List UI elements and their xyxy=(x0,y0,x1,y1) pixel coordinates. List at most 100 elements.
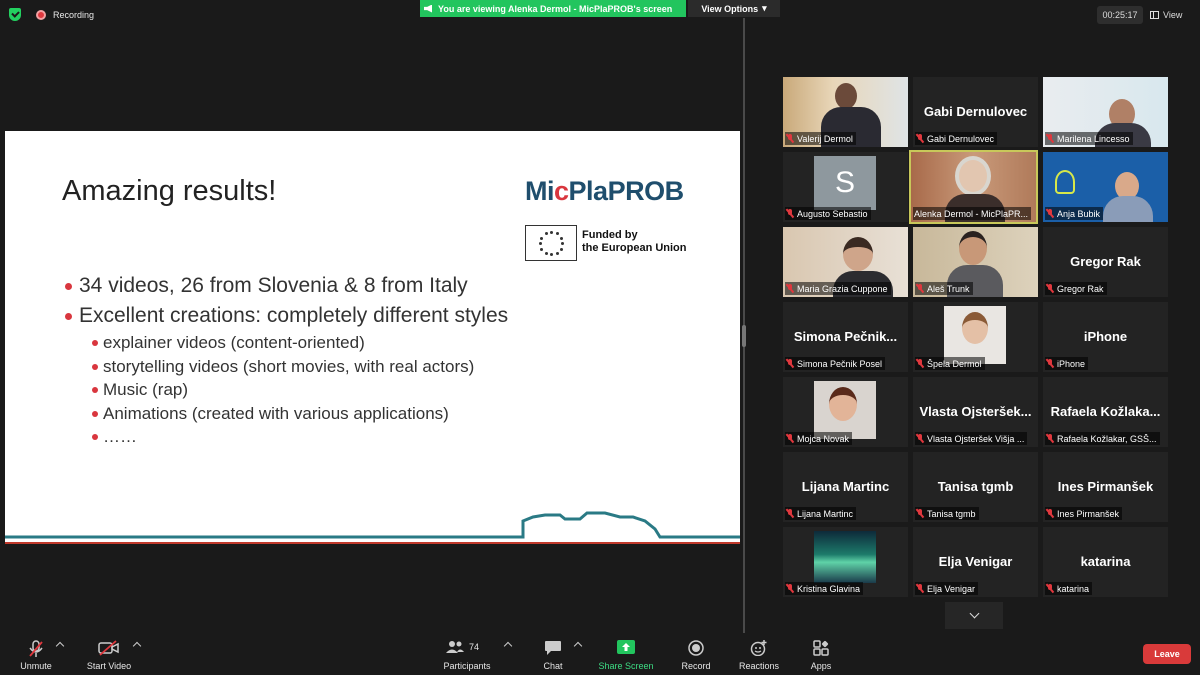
participant-tile[interactable]: Anja Bubik xyxy=(1043,152,1168,222)
view-options-button[interactable]: View Options ▾ xyxy=(688,0,780,17)
viewing-banner-text: You are viewing Alenka Dermol - MicPlaPR… xyxy=(438,3,673,14)
participant-caption: Maria Grazia Cuppone xyxy=(785,282,891,295)
chat-options-caret-icon[interactable] xyxy=(573,641,583,651)
slide-skyline-decoration xyxy=(5,511,740,539)
participant-tile[interactable]: Gregor Rak Gregor Rak xyxy=(1043,227,1168,297)
mic-muted-icon xyxy=(786,509,794,518)
participant-caption: katarina xyxy=(1045,582,1093,595)
apps-icon xyxy=(813,640,829,656)
eu-star-icon xyxy=(550,231,553,234)
participant-caption: Tanisa tgmb xyxy=(915,507,979,520)
participant-name-display: Simona Pečnik... xyxy=(793,329,898,344)
mic-muted-icon xyxy=(916,134,924,143)
participant-face xyxy=(962,312,988,344)
aurora-background-image xyxy=(814,531,876,583)
participant-tile[interactable]: Rafaela Kožlaka... Rafaela Kožlakar, GSŠ… xyxy=(1043,377,1168,447)
eu-star-icon xyxy=(561,242,564,245)
mic-muted-icon xyxy=(916,584,924,593)
eu-star-icon xyxy=(539,242,542,245)
participant-face xyxy=(959,231,987,265)
reactions-icon xyxy=(750,640,767,656)
participant-tile[interactable]: Simona Pečnik... Simona Pečnik Posel xyxy=(783,302,908,372)
mic-muted-icon xyxy=(786,134,794,143)
participant-tile[interactable]: Špela Dermol xyxy=(913,302,1038,372)
participant-tile[interactable]: Gabi Dernulovec Gabi Dernulovec xyxy=(913,77,1038,147)
chevron-down-icon xyxy=(969,608,979,619)
participant-tile[interactable]: katarina katarina xyxy=(1043,527,1168,597)
start-video-label: Start Video xyxy=(86,661,132,671)
participant-tile[interactable]: Vlasta Ojsteršek... Vlasta Ojsteršek Viš… xyxy=(913,377,1038,447)
participant-tile[interactable]: Elja Venigar Elja Venigar xyxy=(913,527,1038,597)
participant-caption: Alenka Dermol - MicPlaPR... xyxy=(913,207,1032,220)
participant-name-display: Lijana Martinc xyxy=(801,479,890,494)
apps-button[interactable]: Apps xyxy=(806,633,836,675)
participant-caption: Ines Pirmanšek xyxy=(1045,507,1123,520)
share-screen-button[interactable]: Share Screen xyxy=(596,633,656,675)
participant-name-display: katarina xyxy=(1080,554,1131,569)
participant-face xyxy=(829,387,857,421)
participant-tile[interactable]: iPhone iPhone xyxy=(1043,302,1168,372)
unmute-button[interactable]: Unmute xyxy=(14,633,58,675)
bullet-item: Excellent creations: completely differen… xyxy=(63,301,508,331)
participant-caption: Lijana Martinc xyxy=(785,507,857,520)
chevron-down-icon: ▾ xyxy=(762,3,767,13)
tulip-logo-icon xyxy=(1055,170,1075,194)
security-shield-icon[interactable] xyxy=(9,8,21,21)
eu-star-icon xyxy=(550,253,553,256)
participant-name-display: Vlasta Ojsteršek... xyxy=(919,404,1032,419)
participant-tile[interactable]: Tanisa tgmb Tanisa tgmb xyxy=(913,452,1038,522)
eu-star-icon xyxy=(540,247,544,251)
eu-star-icon xyxy=(555,251,559,255)
micplaprob-logo: MicPlaPROB xyxy=(525,176,684,206)
participant-tile[interactable]: Mojca Novak xyxy=(783,377,908,447)
participant-tile[interactable]: Kristina Glavina xyxy=(783,527,908,597)
mic-muted-icon xyxy=(786,359,794,368)
participants-button[interactable]: 74 Participants xyxy=(438,633,496,675)
sub-bullet-item: Animations (created with various applica… xyxy=(91,402,508,426)
participant-tile[interactable]: Valerij Dermol xyxy=(783,77,908,147)
mic-muted-icon xyxy=(1046,134,1054,143)
gallery-next-page-button[interactable] xyxy=(945,602,1003,629)
participant-caption: Kristina Glavina xyxy=(785,582,864,595)
leave-button[interactable]: Leave xyxy=(1143,644,1191,664)
sub-bullet-item: storytelling videos (short movies, with … xyxy=(91,355,508,379)
participant-body xyxy=(1103,196,1153,222)
chat-button[interactable]: Chat xyxy=(533,633,573,675)
participant-tile[interactable]: Marilena Lincesso xyxy=(1043,77,1168,147)
record-button[interactable]: Record xyxy=(676,633,716,675)
participant-avatar: S xyxy=(814,156,876,210)
mic-muted-icon xyxy=(786,209,794,218)
sub-bullet-item: …… xyxy=(91,425,508,449)
participant-name-display: Tanisa tgmb xyxy=(937,479,1014,494)
eu-star-icon xyxy=(555,232,559,236)
video-off-icon xyxy=(98,640,119,656)
participant-name-display: Gabi Dernulovec xyxy=(923,104,1028,119)
mic-muted-icon xyxy=(1046,584,1054,593)
apps-label: Apps xyxy=(810,661,832,671)
participant-tile-active-speaker[interactable]: Alenka Dermol - MicPlaPR... xyxy=(909,150,1038,224)
participant-caption: Marilena Lincesso xyxy=(1045,132,1133,145)
viewing-screen-banner: You are viewing Alenka Dermol - MicPlaPR… xyxy=(420,0,686,17)
participant-tile[interactable]: Lijana Martinc Lijana Martinc xyxy=(783,452,908,522)
mic-muted-icon xyxy=(916,284,924,293)
view-button[interactable]: View xyxy=(1150,6,1194,24)
reactions-button[interactable]: Reactions xyxy=(735,633,783,675)
participant-caption: Anja Bubik xyxy=(1045,207,1104,220)
share-screen-icon xyxy=(617,640,635,654)
divider-handle[interactable] xyxy=(742,325,746,347)
eu-star-icon xyxy=(559,236,563,240)
participant-caption: Gregor Rak xyxy=(1045,282,1107,295)
recording-icon xyxy=(36,10,46,20)
bullet-item: 34 videos, 26 from Slovenia & 8 from Ita… xyxy=(63,271,508,301)
participant-name-display: Ines Pirmanšek xyxy=(1057,479,1154,494)
slide-bottom-rule xyxy=(5,542,740,544)
eu-star-icon xyxy=(559,247,563,251)
participant-tile[interactable]: Maria Grazia Cuppone xyxy=(783,227,908,297)
participant-caption: Rafaela Kožlakar, GSŠ... xyxy=(1045,432,1160,445)
participant-tile[interactable]: Ines Pirmanšek Ines Pirmanšek xyxy=(1043,452,1168,522)
participant-caption: Gabi Dernulovec xyxy=(915,132,998,145)
participants-options-caret-icon[interactable] xyxy=(503,641,513,651)
participant-tile[interactable]: S Augusto Sebastio xyxy=(783,152,908,222)
participant-tile[interactable]: Aleš Trunk xyxy=(913,227,1038,297)
start-video-button[interactable]: Start Video xyxy=(82,633,136,675)
